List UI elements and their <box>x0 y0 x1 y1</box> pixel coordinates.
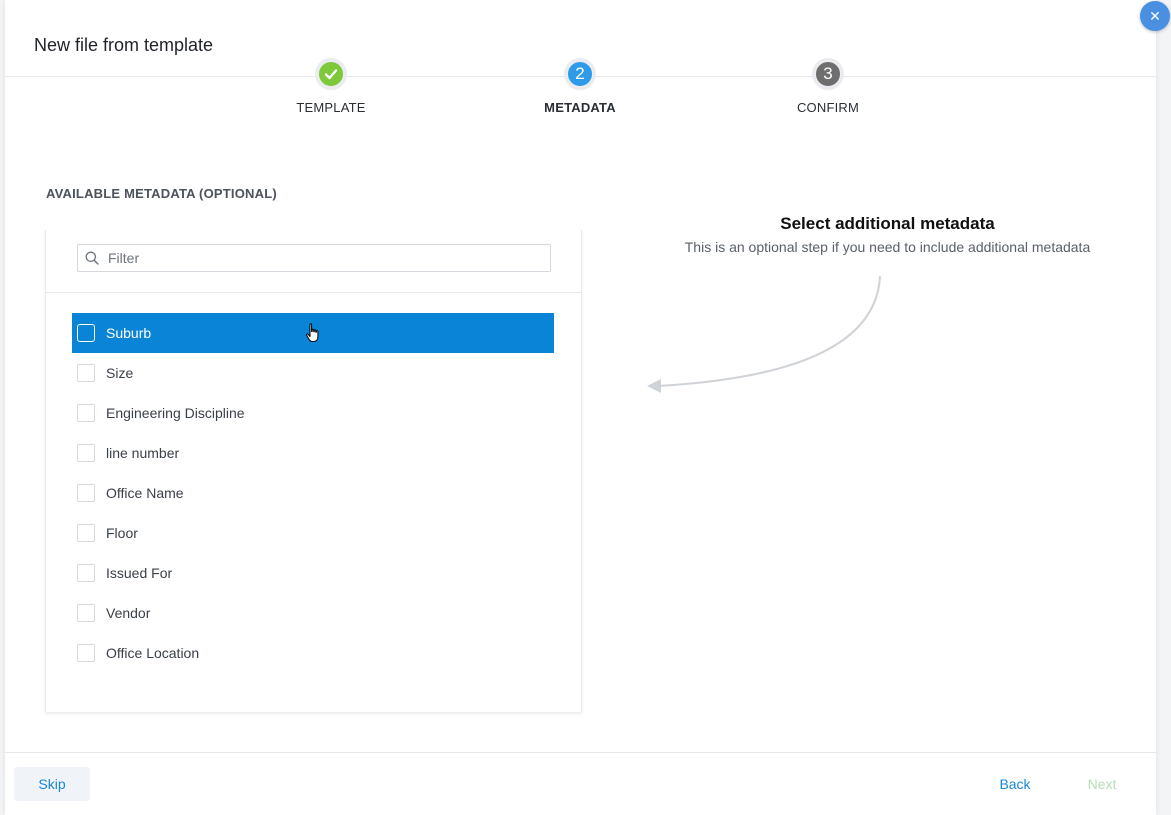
metadata-item-suburb[interactable]: Suburb <box>72 313 554 353</box>
checkbox[interactable] <box>77 324 95 342</box>
section-title: AVAILABLE METADATA (OPTIONAL) <box>46 186 277 201</box>
metadata-item-office-location[interactable]: Office Location <box>72 633 554 673</box>
hand-cursor-icon <box>306 323 319 342</box>
metadata-item-size[interactable]: Size <box>72 353 554 393</box>
metadata-item-vendor[interactable]: Vendor <box>72 593 554 633</box>
hint-title: Select additional metadata <box>780 214 995 233</box>
metadata-item-office-name[interactable]: Office Name <box>72 473 554 513</box>
checkbox[interactable] <box>77 404 95 422</box>
modal-title: New file from template <box>34 35 214 55</box>
checkbox[interactable] <box>77 644 95 662</box>
item-label: Engineering Discipline <box>106 405 245 421</box>
item-label: Suburb <box>106 325 152 341</box>
metadata-list-panel: Suburb Size Engineering Discipline line … <box>45 230 582 712</box>
close-icon[interactable]: ✕ <box>1140 1 1170 31</box>
item-label: Office Location <box>106 645 200 661</box>
checkbox[interactable] <box>77 604 95 622</box>
skip-button[interactable]: Skip <box>14 767 90 801</box>
filter-box[interactable] <box>77 244 551 272</box>
item-label: Size <box>106 365 134 381</box>
metadata-item-engineering-discipline[interactable]: Engineering Discipline <box>72 393 554 433</box>
next-button: Next <box>1087 776 1117 792</box>
item-label: Office Name <box>106 485 184 501</box>
hint-subtitle: This is an optional step if you need to … <box>684 239 1091 255</box>
modal-dialog: New file from template TEMPLATE 2 METADA… <box>5 0 1156 815</box>
step-label-template: TEMPLATE <box>296 100 366 115</box>
step-label-confirm: CONFIRM <box>796 100 860 115</box>
curved-arrow-icon <box>647 275 881 393</box>
checkbox[interactable] <box>77 364 95 382</box>
metadata-item-floor[interactable]: Floor <box>72 513 554 553</box>
step-number: 3 <box>812 58 844 90</box>
item-label: Issued For <box>106 565 173 581</box>
panel-divider <box>46 292 581 293</box>
item-label: Vendor <box>106 605 151 621</box>
step-metadata[interactable]: 2 METADATA <box>510 58 650 115</box>
search-icon <box>85 251 99 265</box>
filter-input[interactable] <box>108 245 538 271</box>
checkmark-icon <box>315 58 347 90</box>
item-label: line number <box>106 445 180 461</box>
item-label: Floor <box>106 525 138 541</box>
step-template[interactable]: TEMPLATE <box>261 58 401 115</box>
footer-divider <box>5 752 1156 753</box>
step-label-metadata: METADATA <box>544 100 616 115</box>
checkbox[interactable] <box>77 444 95 462</box>
step-number: 2 <box>564 58 596 90</box>
back-button[interactable]: Back <box>985 767 1045 801</box>
step-confirm[interactable]: 3 CONFIRM <box>758 58 898 115</box>
checkbox[interactable] <box>77 564 95 582</box>
checkbox[interactable] <box>77 524 95 542</box>
metadata-item-line-number[interactable]: line number <box>72 433 554 473</box>
metadata-item-issued-for[interactable]: Issued For <box>72 553 554 593</box>
checkbox[interactable] <box>77 484 95 502</box>
